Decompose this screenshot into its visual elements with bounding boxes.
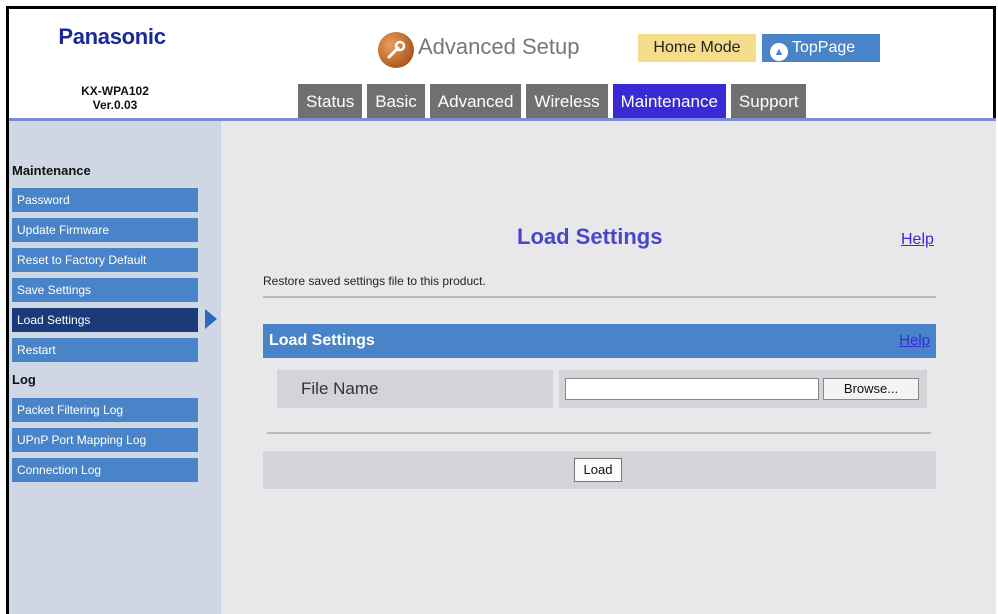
toppage-button[interactable]: ▲ TopPage xyxy=(762,34,880,62)
wrench-icon xyxy=(378,32,414,68)
sidebar-item-password[interactable]: Password xyxy=(12,188,198,212)
sidebar-item-reset-factory-default[interactable]: Reset to Factory Default xyxy=(12,248,198,272)
sidebar: Maintenance Password Update Firmware Res… xyxy=(9,121,221,614)
section-header: Load Settings Help xyxy=(263,324,936,358)
tab-advanced[interactable]: Advanced xyxy=(429,84,522,120)
section-title: Load Settings xyxy=(269,332,375,349)
sidebar-item-upnp-port-mapping-log[interactable]: UPnP Port Mapping Log xyxy=(12,428,198,452)
file-name-label: File Name xyxy=(277,370,553,408)
load-button[interactable]: Load xyxy=(574,458,622,482)
tab-status[interactable]: Status xyxy=(298,84,363,120)
sidebar-item-restart[interactable]: Restart xyxy=(12,338,198,362)
sidebar-item-connection-log[interactable]: Connection Log xyxy=(12,458,198,482)
tab-wireless[interactable]: Wireless xyxy=(526,84,608,120)
model-info: KX-WPA102 Ver.0.03 xyxy=(40,84,190,112)
home-mode-button[interactable]: Home Mode xyxy=(638,34,756,62)
sidebar-heading-log: Log xyxy=(12,372,36,387)
sidebar-item-packet-filtering-log[interactable]: Packet Filtering Log xyxy=(12,398,198,422)
toppage-label: TopPage xyxy=(792,39,856,56)
tab-support[interactable]: Support xyxy=(730,84,807,120)
up-arrow-icon: ▲ xyxy=(770,43,788,61)
load-bar: Load xyxy=(263,451,936,489)
brand-logo: Panasonic xyxy=(58,24,166,49)
page-title: Load Settings xyxy=(517,224,663,249)
divider xyxy=(263,296,936,298)
browse-button[interactable]: Browse... xyxy=(823,378,919,400)
file-name-input[interactable] xyxy=(565,378,819,400)
file-name-cell: Browse... xyxy=(559,370,927,408)
divider xyxy=(267,432,931,434)
tab-maintenance[interactable]: Maintenance xyxy=(612,84,726,120)
main-tabs: Status Basic Advanced Wireless Maintenan… xyxy=(298,84,807,120)
page-description: Restore saved settings file to this prod… xyxy=(263,274,486,288)
main-content: Load Settings Help Restore saved setting… xyxy=(221,121,996,614)
help-link[interactable]: Help xyxy=(901,231,934,249)
sidebar-item-update-firmware[interactable]: Update Firmware xyxy=(12,218,198,242)
model-name: KX-WPA102 xyxy=(81,84,149,98)
page-header-title: Advanced Setup xyxy=(418,34,580,59)
section-help-link[interactable]: Help xyxy=(899,332,930,349)
firmware-version: Ver.0.03 xyxy=(92,98,138,112)
sidebar-item-load-settings[interactable]: Load Settings xyxy=(12,308,198,332)
sidebar-heading-maintenance: Maintenance xyxy=(12,163,91,178)
selected-arrow-icon xyxy=(205,309,217,329)
sidebar-item-save-settings[interactable]: Save Settings xyxy=(12,278,198,302)
tab-basic[interactable]: Basic xyxy=(367,84,425,120)
